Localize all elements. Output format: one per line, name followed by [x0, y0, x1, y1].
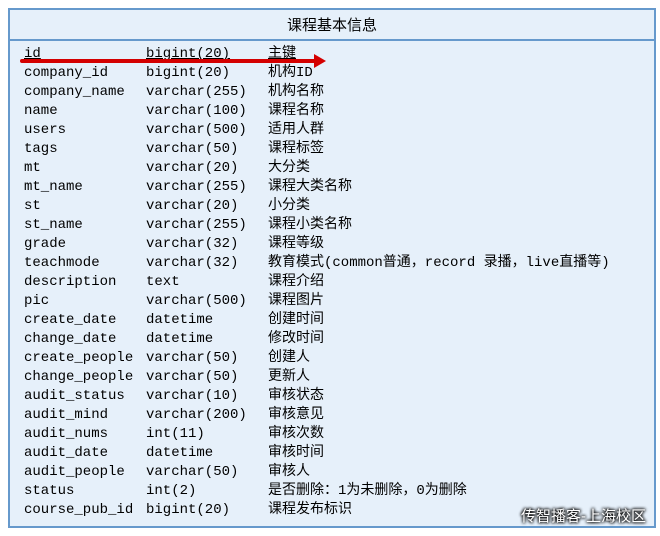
column-row: gradevarchar(32)课程等级	[24, 235, 644, 254]
column-field: company_id	[24, 64, 146, 83]
column-list: idbigint(20)主键company_idbigint(20)机构IDco…	[10, 41, 654, 526]
column-row: company_namevarchar(255)机构名称	[24, 83, 644, 102]
column-type: datetime	[146, 311, 268, 330]
column-field: grade	[24, 235, 146, 254]
column-field: status	[24, 482, 146, 501]
column-field: teachmode	[24, 254, 146, 273]
column-desc: 课程标签	[268, 140, 644, 159]
column-row: teachmodevarchar(32)教育模式(common普通，record…	[24, 254, 644, 273]
column-row: create_peoplevarchar(50)创建人	[24, 349, 644, 368]
column-row: tagsvarchar(50)课程标签	[24, 140, 644, 159]
column-desc: 审核次数	[268, 425, 644, 444]
column-row: audit_peoplevarchar(50)审核人	[24, 463, 644, 482]
column-field: mt	[24, 159, 146, 178]
column-type: varchar(100)	[146, 102, 268, 121]
highlight-arrow	[20, 59, 322, 63]
column-type: bigint(20)	[146, 501, 268, 520]
schema-table: 课程基本信息 idbigint(20)主键company_idbigint(20…	[8, 8, 656, 528]
column-field: course_pub_id	[24, 501, 146, 520]
column-type: varchar(500)	[146, 292, 268, 311]
column-type: varchar(50)	[146, 349, 268, 368]
column-row: mtvarchar(20)大分类	[24, 159, 644, 178]
column-type: varchar(255)	[146, 216, 268, 235]
column-type: varchar(200)	[146, 406, 268, 425]
column-field: description	[24, 273, 146, 292]
column-desc: 课程名称	[268, 102, 644, 121]
column-field: tags	[24, 140, 146, 159]
column-field: create_date	[24, 311, 146, 330]
column-field: pic	[24, 292, 146, 311]
column-desc: 大分类	[268, 159, 644, 178]
column-desc: 创建时间	[268, 311, 644, 330]
column-row: st_namevarchar(255)课程小类名称	[24, 216, 644, 235]
column-type: varchar(32)	[146, 235, 268, 254]
column-desc: 是否删除：1为未删除，0为删除	[268, 482, 644, 501]
column-desc: 课程介绍	[268, 273, 644, 292]
column-field: name	[24, 102, 146, 121]
column-field: audit_mind	[24, 406, 146, 425]
column-desc: 机构名称	[268, 83, 644, 102]
column-desc: 教育模式(common普通，record 录播，live直播等)	[268, 254, 644, 273]
column-row: change_datedatetime修改时间	[24, 330, 644, 349]
column-type: varchar(50)	[146, 368, 268, 387]
column-desc: 创建人	[268, 349, 644, 368]
column-row: change_peoplevarchar(50)更新人	[24, 368, 644, 387]
column-field: create_people	[24, 349, 146, 368]
column-type: bigint(20)	[146, 64, 268, 83]
column-row: mt_namevarchar(255)课程大类名称	[24, 178, 644, 197]
column-row: audit_numsint(11)审核次数	[24, 425, 644, 444]
column-type: varchar(255)	[146, 83, 268, 102]
column-type: varchar(10)	[146, 387, 268, 406]
column-desc: 课程小类名称	[268, 216, 644, 235]
column-field: st_name	[24, 216, 146, 235]
column-desc: 修改时间	[268, 330, 644, 349]
column-type: datetime	[146, 444, 268, 463]
column-row: picvarchar(500)课程图片	[24, 292, 644, 311]
column-type: varchar(32)	[146, 254, 268, 273]
column-field: change_date	[24, 330, 146, 349]
column-row: company_idbigint(20)机构ID	[24, 64, 644, 83]
table-title: 课程基本信息	[10, 10, 654, 41]
column-row: audit_mindvarchar(200)审核意见	[24, 406, 644, 425]
column-row: course_pub_idbigint(20)课程发布标识	[24, 501, 644, 520]
column-desc: 审核意见	[268, 406, 644, 425]
column-field: audit_date	[24, 444, 146, 463]
column-desc: 小分类	[268, 197, 644, 216]
column-desc: 课程图片	[268, 292, 644, 311]
column-row: usersvarchar(500)适用人群	[24, 121, 644, 140]
column-type: int(2)	[146, 482, 268, 501]
column-row: audit_datedatetime审核时间	[24, 444, 644, 463]
column-desc: 审核状态	[268, 387, 644, 406]
column-field: audit_status	[24, 387, 146, 406]
column-type: datetime	[146, 330, 268, 349]
column-type: int(11)	[146, 425, 268, 444]
column-field: mt_name	[24, 178, 146, 197]
column-row: create_datedatetime创建时间	[24, 311, 644, 330]
column-desc: 课程大类名称	[268, 178, 644, 197]
column-field: audit_nums	[24, 425, 146, 444]
column-row: namevarchar(100)课程名称	[24, 102, 644, 121]
column-row: audit_statusvarchar(10)审核状态	[24, 387, 644, 406]
column-row: descriptiontext课程介绍	[24, 273, 644, 292]
column-type: varchar(500)	[146, 121, 268, 140]
column-row: statusint(2)是否删除：1为未删除，0为删除	[24, 482, 644, 501]
column-type: text	[146, 273, 268, 292]
column-type: varchar(50)	[146, 463, 268, 482]
column-desc: 适用人群	[268, 121, 644, 140]
column-type: varchar(20)	[146, 197, 268, 216]
column-field: change_people	[24, 368, 146, 387]
column-type: varchar(50)	[146, 140, 268, 159]
column-desc: 课程等级	[268, 235, 644, 254]
column-field: users	[24, 121, 146, 140]
column-field: st	[24, 197, 146, 216]
column-desc: 审核人	[268, 463, 644, 482]
column-row: stvarchar(20)小分类	[24, 197, 644, 216]
column-desc: 审核时间	[268, 444, 644, 463]
column-field: company_name	[24, 83, 146, 102]
column-type: varchar(255)	[146, 178, 268, 197]
column-desc: 课程发布标识	[268, 501, 644, 520]
column-field: audit_people	[24, 463, 146, 482]
column-desc: 更新人	[268, 368, 644, 387]
column-type: varchar(20)	[146, 159, 268, 178]
